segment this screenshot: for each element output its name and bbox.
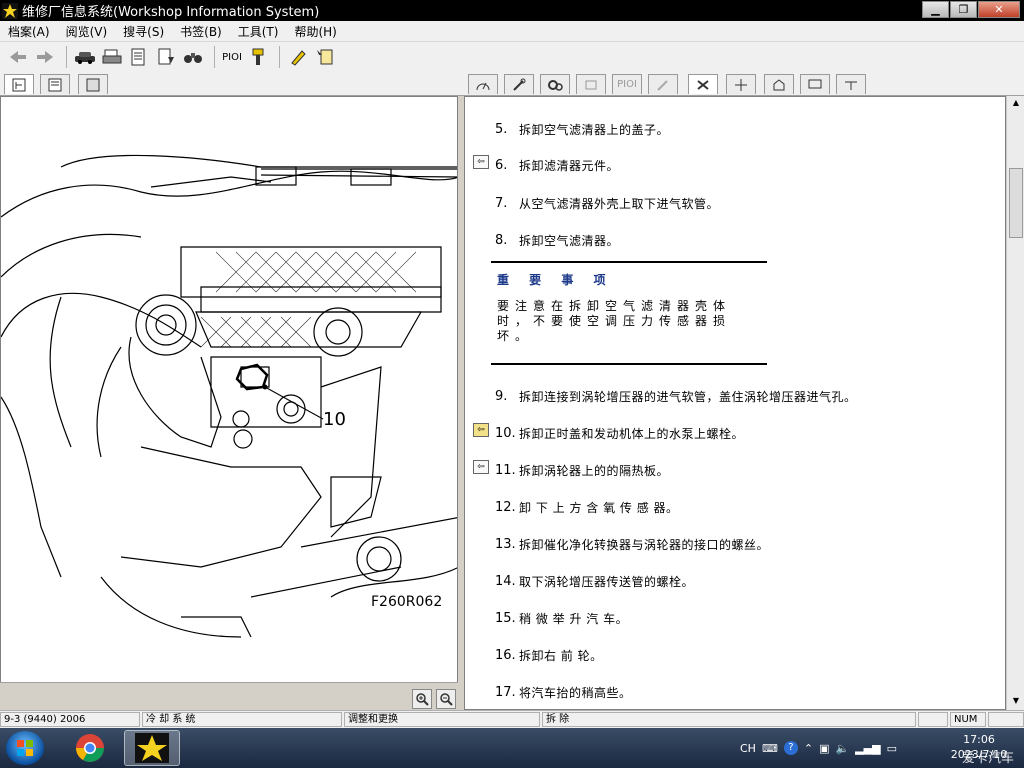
important-notice: 重 要 事 项 要注意在拆卸空气滤清器壳体时，不要使空调压力传感器损坏。 (491, 261, 767, 365)
print-icon[interactable] (100, 45, 124, 69)
tab-wrench-icon[interactable] (504, 74, 534, 94)
zoom-in-icon[interactable] (412, 689, 432, 709)
main-toolbar: PIOI (0, 42, 1024, 72)
tab-tree[interactable] (4, 74, 34, 94)
menu-help[interactable]: 帮助(H) (286, 23, 344, 40)
tab-monitor-icon[interactable] (800, 74, 830, 94)
taskbar: CH ⌨ ? ⌃ ▣ 🔈 ▂▄▆ ▭ 17:06 2023/7/10 (0, 728, 1024, 768)
volume-icon[interactable]: 🔈 (835, 742, 849, 755)
title-bar: 维修厂信息系统(Workshop Information System) ▁ ❐… (0, 0, 1024, 21)
download-doc-icon[interactable] (154, 45, 178, 69)
tray-expand-icon[interactable]: ⌃ (804, 742, 813, 755)
forward-arrow-icon[interactable] (33, 45, 57, 69)
input-language[interactable]: CH (740, 742, 756, 755)
status-numlock: NUM (950, 712, 986, 727)
chrome-icon[interactable] (62, 730, 118, 766)
note-pointer-icon[interactable] (313, 45, 337, 69)
status-blank (988, 712, 1024, 727)
highlighter-icon[interactable] (286, 45, 310, 69)
watermark-text: 爱卡汽车 (962, 751, 1015, 766)
start-button[interactable] (6, 731, 44, 765)
wis-app-icon[interactable] (124, 730, 180, 766)
tab-engine-icon[interactable] (576, 74, 606, 94)
window-title: 维修厂信息系统(Workshop Information System) (22, 5, 320, 20)
step-item: 17. 将汽车抬的稍高些。 (495, 685, 632, 700)
menu-tools[interactable]: 工具(T) (230, 23, 287, 40)
procedure-pane: 5. 拆卸空气滤清器上的盖子。 ⇦ 6. 拆卸滤清器元件。 7. 从空气滤清器外壳上取… (464, 96, 1006, 710)
menu-bar: 档案(A) 阅览(V) 搜寻(S) 书签(B) 工具(T) 帮助(H) (0, 21, 1024, 42)
status-bar: 9-3 (9440) 2006 冷 却 系 统 调整和更换 拆 除 NUM (0, 710, 1024, 728)
status-vehicle: 9-3 (9440) 2006 (0, 712, 140, 727)
back-reference-icon[interactable]: ⇦ (473, 423, 489, 437)
step-item: 15. 稍 微 举 升 汽 车。 (495, 611, 629, 626)
callout-label: 10 (323, 409, 346, 430)
power-icon[interactable]: ▭ (887, 742, 897, 755)
tab-tools-icon[interactable] (688, 74, 718, 94)
tab-pen-icon[interactable] (648, 74, 678, 94)
tab-rack-icon[interactable] (836, 74, 866, 94)
tab-gears-icon[interactable] (540, 74, 570, 94)
step-item: 8. 拆卸空气滤清器。 (495, 233, 620, 248)
step-item: ⇦ 6. 拆卸滤清器元件。 (465, 155, 1005, 175)
menu-file[interactable]: 档案(A) (0, 23, 58, 40)
step-item: 13. 拆卸催化净化转换器与涡轮器的接口的螺丝。 (495, 537, 770, 552)
vertical-scrollbar[interactable]: ▲ ▼ (1006, 96, 1024, 710)
status-system: 冷 却 系 统 (142, 712, 342, 727)
menu-bookmark[interactable]: 书签(B) (172, 23, 230, 40)
figure-id: F260R062 (371, 594, 443, 610)
tool-stamp-icon[interactable] (246, 45, 270, 69)
tab-strip: PIOI (0, 72, 1024, 96)
pioi-button[interactable]: PIOI (221, 45, 243, 69)
toolbar-divider (66, 46, 67, 68)
clock-time: 17:06 (963, 733, 995, 746)
step-item: 14. 取下涡轮增压器传送管的螺栓。 (495, 574, 695, 589)
help-icon[interactable]: ? (783, 741, 798, 755)
device-icon[interactable]: ▣ (819, 742, 829, 755)
document-list-icon[interactable] (127, 45, 151, 69)
status-group: 调整和更换 (344, 712, 540, 727)
notice-heading: 重 要 事 项 (497, 273, 614, 287)
zoom-bar (0, 682, 460, 710)
close-button[interactable]: ✕ (978, 1, 1020, 18)
step-item: 5. 拆卸空气滤清器上的盖子。 (495, 122, 670, 137)
back-reference-icon[interactable]: ⇦ (473, 460, 489, 474)
scroll-thumb[interactable] (1009, 168, 1023, 238)
network-icon[interactable]: ▂▄▆ (855, 742, 880, 755)
step-item: ⇦ 10. 拆卸正时盖和发动机体上的水泵上螺栓。 (465, 423, 1005, 443)
tab-move-icon[interactable] (726, 74, 756, 94)
keyboard-icon[interactable]: ⌨ (762, 742, 778, 755)
minimize-button[interactable]: ▁ (922, 1, 949, 18)
tab-image[interactable] (78, 74, 108, 94)
back-reference-icon[interactable]: ⇦ (473, 155, 489, 169)
app-star-icon (2, 2, 18, 19)
step-item: 12. 卸 下 上 方 含 氧 传 感 器。 (495, 500, 679, 515)
status-blank (918, 712, 948, 727)
zoom-out-icon[interactable] (436, 689, 456, 709)
illustration-pane: 10 F260R062 (0, 96, 458, 710)
tab-pioi[interactable]: PIOI (612, 74, 642, 94)
step-item: 9. 拆卸连接到涡轮增压器的进气软管，盖住涡轮增压器进气孔。 (495, 389, 857, 404)
notice-body: 要注意在拆卸空气滤清器壳体时，不要使空调压力传感器损坏。 (497, 299, 732, 343)
engine-illustration (1, 154, 457, 638)
car-icon[interactable] (73, 45, 97, 69)
scroll-up-icon[interactable]: ▲ (1010, 98, 1022, 108)
step-item: ⇦ 11. 拆卸涡轮器上的的隔热板。 (465, 460, 1005, 480)
tab-arrow-hand-icon[interactable] (764, 74, 794, 94)
toolbar-divider (279, 46, 280, 68)
step-item: 16. 拆卸右 前 轮。 (495, 648, 603, 663)
tab-document[interactable] (40, 74, 70, 94)
menu-view[interactable]: 阅览(V) (58, 23, 116, 40)
status-operation: 拆 除 (542, 712, 916, 727)
menu-search[interactable]: 搜寻(S) (115, 23, 172, 40)
maximize-button[interactable]: ❐ (950, 1, 977, 18)
system-tray: CH ⌨ ? ⌃ ▣ 🔈 ▂▄▆ ▭ (740, 732, 897, 764)
tab-gauge-icon[interactable] (468, 74, 498, 94)
toolbar-divider (214, 46, 215, 68)
binoculars-icon[interactable] (181, 45, 205, 69)
step-item: 7. 从空气滤清器外壳上取下进气软管。 (495, 196, 720, 211)
scroll-down-icon[interactable]: ▼ (1010, 696, 1022, 706)
back-arrow-icon[interactable] (6, 45, 30, 69)
